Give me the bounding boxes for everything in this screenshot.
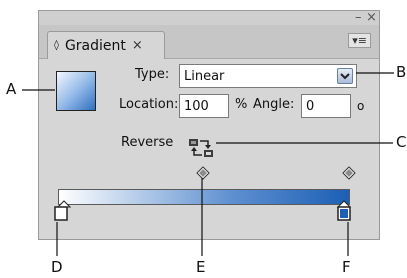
callout-e: E [196,258,206,276]
callout-d: D [51,258,63,276]
callout-c: C [396,133,407,151]
callout-a: A [6,80,17,98]
ramp-markers [54,166,356,221]
callout-b: B [396,63,407,81]
gradient-panel: – × ◊ Gradient × ▾≡ Type: Linear Locatio… [38,10,380,240]
midpoint-diamond-right[interactable] [342,166,356,180]
start-color-stop[interactable] [54,200,72,221]
midpoint-diamond-center[interactable] [196,166,210,180]
callout-f: F [342,258,351,276]
figure: – × ◊ Gradient × ▾≡ Type: Linear Locatio… [0,0,407,278]
end-color-stop[interactable] [336,200,352,221]
